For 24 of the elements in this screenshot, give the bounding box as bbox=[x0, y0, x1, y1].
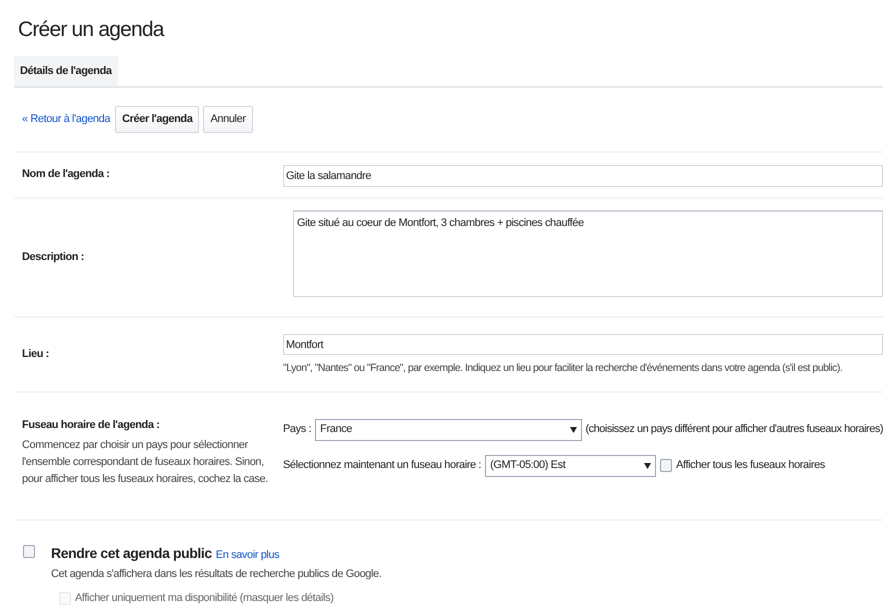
timezone-select[interactable]: (GMT-05:00) Est bbox=[485, 454, 656, 476]
create-button[interactable]: Créer l'agenda bbox=[115, 106, 200, 132]
description-field[interactable]: Gite situé au coeur de Montfort, 3 chambres + piscines chauffée bbox=[293, 210, 883, 296]
zone-label: Sélectionnez maintenant un fuseau horaire : bbox=[283, 458, 482, 474]
text-field[interactable]: Gite la salamandre bbox=[283, 164, 883, 186]
field-label: Description : bbox=[22, 250, 86, 265]
field-label: Lieu : bbox=[22, 346, 50, 362]
cancel-button[interactable]: Annuler bbox=[203, 106, 253, 132]
hint-text: "Lyon", "Nantes" ou "France", par exemple. Indiquez un lieu pour faciliter la recherche d'événements dans votre agenda (s'il est public). bbox=[283, 360, 844, 376]
country-label: Pays : bbox=[283, 422, 312, 438]
tab[interactable]: Détails de l'agenda bbox=[14, 56, 118, 86]
page-title: Créer un agenda bbox=[17, 17, 166, 43]
country-note: (choisissez un pays différent pour afficher d'autres fuseaux horaires) bbox=[586, 422, 883, 438]
note-text: Cet agenda s'affichera dans les résultats de recherche publics de Google. bbox=[51, 566, 382, 582]
checkbox-label: Afficher tous les fuseaux horaires bbox=[676, 458, 825, 474]
location-field[interactable]: Montfort bbox=[283, 334, 883, 356]
field-label: Nom de l'agenda : bbox=[22, 167, 110, 182]
country-select[interactable]: France bbox=[315, 418, 582, 440]
field-label: Fuseau horaire de l'agenda : bbox=[22, 418, 161, 432]
public-label: Rendre cet agenda public bbox=[51, 544, 212, 563]
checkbox-label: Afficher uniquement ma disponibilité (masquer les détails) bbox=[75, 591, 334, 606]
back-link[interactable]: « Retour à l'agenda bbox=[22, 111, 110, 128]
help-text: Commencez par choisir un pays pour sélectionner l'ensemble correspondant de fuseaux horaires. Sinon, pour afficher tous les fuseaux horaires, cochez la case. bbox=[22, 438, 269, 487]
learn-more-link[interactable]: En savoir plus bbox=[216, 546, 280, 563]
